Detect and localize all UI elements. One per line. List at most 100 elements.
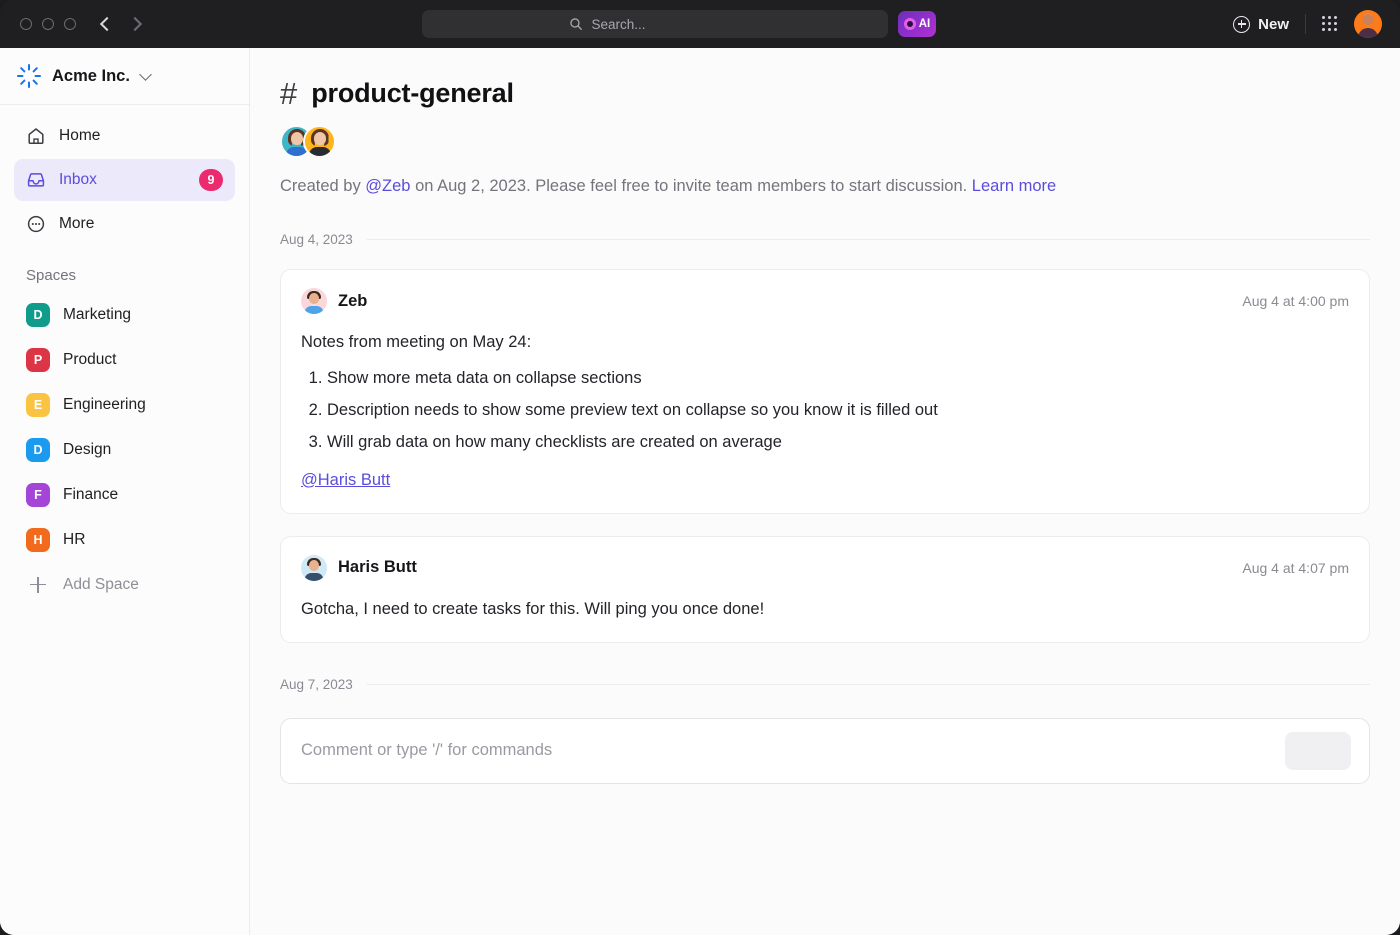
main-body: Acme Inc. Home Inbox 9 [0,48,1400,935]
channel-view: # product-general Created by @Zeb on Aug… [250,48,1400,935]
workspace-name: Acme Inc. [52,67,130,86]
date-separator-label: Aug 4, 2023 [280,232,353,247]
sidebar-item-label: Home [59,127,223,145]
search-bar[interactable] [422,10,888,38]
space-chip-icon: H [26,528,50,552]
message-intro: Gotcha, I need to create tasks for this.… [301,598,1349,622]
plus-circle-icon [1233,16,1250,33]
avatar[interactable] [301,288,327,314]
sidebar-space-marketing[interactable]: D Marketing [14,292,235,337]
sidebar-space-finance[interactable]: F Finance [14,472,235,517]
space-label: Finance [63,486,118,504]
more-circle-icon [26,214,46,234]
message-author: Haris Butt [338,558,1242,577]
message-author: Zeb [338,292,1242,311]
workspace-switcher[interactable]: Acme Inc. [14,48,235,104]
creator-mention-link[interactable]: @Zeb [365,177,410,195]
minimize-window-button[interactable] [42,18,54,30]
space-label: Product [63,351,116,369]
space-chip-icon: P [26,348,50,372]
member-avatar-group[interactable] [280,125,1370,158]
message-intro: Notes from meeting on May 24: [301,331,1349,355]
message-header: Zeb Aug 4 at 4:00 pm [301,288,1349,314]
space-chip-icon: F [26,483,50,507]
message-body: Gotcha, I need to create tasks for this.… [301,598,1349,622]
channel-name: product-general [311,78,514,109]
grid-apps-icon[interactable] [1322,16,1338,32]
list-item: Description needs to show some preview t… [327,399,1349,423]
add-space-label: Add Space [63,576,139,594]
sidebar-divider [0,104,249,105]
message-card: Zeb Aug 4 at 4:00 pm Notes from meeting … [280,269,1370,514]
list-item: Show more meta data on collapse sections [327,367,1349,391]
acme-starburst-logo [16,63,42,89]
space-label: Engineering [63,396,146,414]
home-icon [26,126,46,146]
list-item: Will grab data on how many checklists ar… [327,431,1349,455]
sidebar-space-engineering[interactable]: E Engineering [14,382,235,427]
message-ordered-list: Show more meta data on collapse sections… [301,367,1349,455]
maximize-window-button[interactable] [64,18,76,30]
history-nav[interactable] [98,16,144,32]
inbox-unread-badge: 9 [199,169,223,191]
search-icon [569,17,583,31]
titlebar: AI New [0,0,1400,48]
topbar-right-actions: New [1233,0,1382,48]
hash-icon: # [280,78,297,109]
message-card: Haris Butt Aug 4 at 4:07 pm Gotcha, I ne… [280,536,1370,643]
space-chip-icon: E [26,393,50,417]
date-separator: Aug 4, 2023 [280,232,1370,247]
back-chevron-icon[interactable] [98,16,114,32]
space-label: Marketing [63,306,131,324]
sidebar-space-design[interactable]: D Design [14,427,235,472]
sidebar-space-product[interactable]: P Product [14,337,235,382]
divider [1305,14,1306,34]
message-body: Notes from meeting on May 24: Show more … [301,331,1349,493]
sidebar-space-hr[interactable]: H HR [14,517,235,562]
message-timestamp: Aug 4 at 4:07 pm [1242,560,1349,576]
sidebar-item-inbox[interactable]: Inbox 9 [14,159,235,201]
sidebar-item-home[interactable]: Home [14,115,235,157]
created-prefix: Created by [280,177,365,195]
forward-chevron-icon[interactable] [128,16,144,32]
sidebar-item-label: More [59,215,223,233]
add-space-button[interactable]: Add Space [14,562,235,607]
channel-description: Created by @Zeb on Aug 2, 2023. Please f… [280,175,1370,198]
ai-label: AI [919,18,931,30]
inbox-icon [26,170,46,190]
date-separator: Aug 7, 2023 [280,677,1370,692]
new-button-label: New [1258,16,1289,33]
sidebar-item-label: Inbox [59,171,186,189]
learn-more-link[interactable]: Learn more [972,177,1056,195]
space-chip-icon: D [26,303,50,327]
message-header: Haris Butt Aug 4 at 4:07 pm [301,555,1349,581]
comment-input[interactable] [301,741,1285,760]
comment-composer[interactable] [280,718,1370,784]
avatar[interactable] [303,125,336,158]
space-chip-icon: D [26,438,50,462]
window-controls[interactable] [20,18,76,30]
user-avatar[interactable] [1354,10,1382,38]
created-middle: on Aug 2, 2023. Please feel free to invi… [410,177,971,195]
date-separator-line [367,239,1370,240]
close-window-button[interactable] [20,18,32,30]
ai-button[interactable]: AI [898,11,936,37]
search-input[interactable] [592,17,742,32]
ai-ring-icon [904,18,916,30]
date-separator-label: Aug 7, 2023 [280,677,353,692]
spaces-section-label: Spaces [26,267,235,284]
avatar[interactable] [301,555,327,581]
space-label: HR [63,531,85,549]
sidebar: Acme Inc. Home Inbox 9 [0,48,250,935]
user-mention-link[interactable]: @Haris Butt [301,469,1349,493]
new-button[interactable]: New [1233,16,1289,33]
page-title: # product-general [280,78,1370,109]
space-label: Design [63,441,111,459]
send-button[interactable] [1285,732,1351,770]
plus-icon [26,573,50,597]
app-window: AI New [0,0,1400,935]
sidebar-item-more[interactable]: More [14,203,235,245]
chevron-down-icon[interactable] [139,68,152,81]
date-separator-line [367,684,1370,685]
message-timestamp: Aug 4 at 4:00 pm [1242,293,1349,309]
